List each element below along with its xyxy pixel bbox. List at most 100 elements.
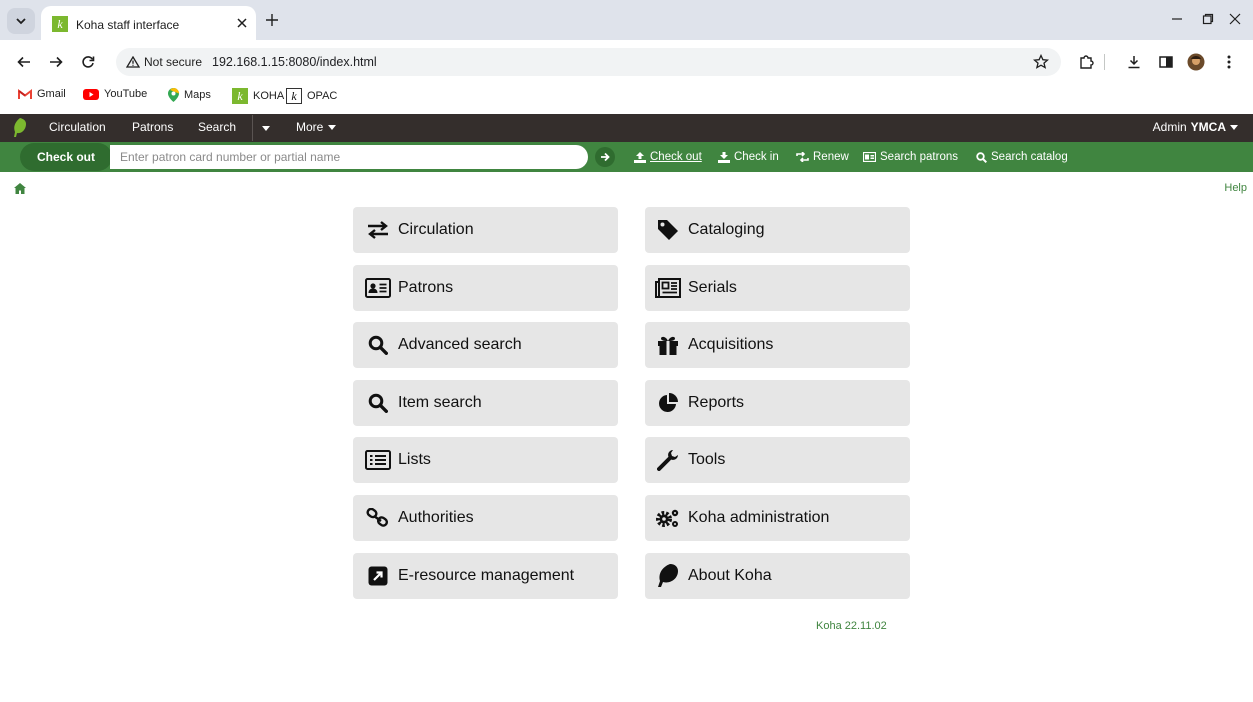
caret-down-icon: [262, 126, 270, 131]
bookmark-opac[interactable]: k OPAC: [286, 88, 337, 104]
tab-search-catalog[interactable]: Search catalog: [976, 151, 1068, 163]
lists-button[interactable]: Lists: [353, 437, 618, 483]
tab-search-patrons[interactable]: Search patrons: [863, 151, 958, 163]
module-label: Reports: [688, 394, 745, 411]
side-panel-button[interactable]: [1156, 52, 1176, 72]
arrow-left-icon: [17, 56, 30, 68]
search-icon: [364, 334, 392, 356]
bookmark-label: YouTube: [104, 88, 148, 100]
acquisitions-button[interactable]: Acquisitions: [645, 322, 910, 368]
tag-icon: [654, 219, 682, 241]
id-card-icon: [364, 277, 392, 299]
library-name: YMCA: [1190, 120, 1226, 134]
module-label: Advanced search: [398, 336, 522, 353]
tab-label: Check in: [734, 151, 779, 163]
pie-chart-icon: [654, 392, 682, 414]
nav-circulation[interactable]: Circulation: [49, 120, 106, 134]
nav-patrons[interactable]: Patrons: [132, 120, 173, 134]
external-link-icon: [364, 565, 392, 587]
nav-more[interactable]: More: [296, 120, 337, 134]
patron-search-input[interactable]: [110, 145, 588, 169]
maps-icon: [168, 88, 179, 102]
bookmark-label: KOHA: [253, 90, 285, 102]
security-label: Not secure: [144, 55, 203, 69]
koha-administration-button[interactable]: Koha administration: [645, 495, 910, 541]
tab-label: Search catalog: [991, 151, 1068, 163]
module-label: Circulation: [398, 221, 474, 238]
nav-search-dropdown[interactable]: [262, 126, 270, 131]
avatar-icon: [1187, 53, 1205, 71]
koha-top-nav: [0, 114, 1253, 142]
nav-more-label: More: [296, 120, 324, 134]
id-card-icon: [863, 152, 876, 162]
tab-check-in[interactable]: Check in: [718, 151, 779, 163]
new-tab-button[interactable]: [263, 11, 281, 29]
search-submit-button[interactable]: [595, 147, 615, 167]
profile-avatar[interactable]: [1186, 52, 1206, 72]
advanced-search-button[interactable]: Advanced search: [353, 322, 618, 368]
tab-close-button[interactable]: [234, 15, 250, 31]
retweet-icon: [796, 152, 809, 162]
breadcrumb-home-link[interactable]: [14, 183, 28, 195]
e-resource-management-button[interactable]: E-resource management: [353, 553, 618, 599]
patrons-button[interactable]: Patrons: [353, 265, 618, 311]
module-label: Patrons: [398, 279, 454, 296]
reload-button[interactable]: [78, 52, 98, 72]
help-link[interactable]: Help: [1224, 182, 1247, 194]
browser-tab-active[interactable]: k Koha staff interface: [41, 6, 256, 40]
module-label: Authorities: [398, 509, 474, 526]
bookmark-star-button[interactable]: [1031, 52, 1051, 72]
about-koha-button[interactable]: About Koha: [645, 553, 910, 599]
browser-menu-button[interactable]: [1219, 52, 1239, 72]
tools-button[interactable]: Tools: [645, 437, 910, 483]
extensions-button[interactable]: [1076, 52, 1096, 72]
nav-divider: [252, 115, 253, 141]
puzzle-icon: [1080, 55, 1094, 69]
youtube-icon: [83, 88, 99, 100]
tab-search-button[interactable]: [7, 8, 35, 34]
bookmark-label: Maps: [184, 89, 211, 101]
koha-logo[interactable]: [13, 118, 27, 138]
download-icon: [718, 151, 730, 163]
tab-label: Search patrons: [880, 151, 958, 163]
tab-title: Koha staff interface: [76, 18, 180, 32]
serials-button[interactable]: Serials: [645, 265, 910, 311]
tab-renew[interactable]: Renew: [796, 151, 849, 163]
module-label: Lists: [398, 451, 431, 468]
nav-search[interactable]: Search: [198, 120, 236, 134]
module-label: E-resource management: [398, 567, 575, 584]
close-icon: [237, 18, 247, 28]
home-icon: [14, 183, 26, 194]
restore-button[interactable]: [1199, 10, 1217, 28]
bookmark-youtube[interactable]: YouTube: [83, 88, 147, 100]
koha-favicon-icon: k: [52, 16, 68, 32]
bookmark-gmail[interactable]: Gmail: [18, 88, 66, 100]
back-button[interactable]: [14, 52, 34, 72]
circulation-button[interactable]: Circulation: [353, 207, 618, 253]
wrench-icon: [654, 449, 682, 471]
module-label: Item search: [398, 394, 482, 411]
security-indicator[interactable]: Not secure: [126, 55, 202, 69]
arrows-exchange-icon: [364, 219, 392, 241]
bookmark-label: Gmail: [37, 88, 66, 100]
gift-icon: [654, 334, 682, 356]
url-text[interactable]: 192.168.1.15:8080/index.html: [212, 55, 377, 69]
downloads-button[interactable]: [1124, 52, 1144, 72]
arrow-right-icon: [50, 56, 63, 68]
bookmark-koha[interactable]: k KOHA: [232, 88, 284, 104]
authorities-button[interactable]: Authorities: [353, 495, 618, 541]
search-form-label: Check out: [20, 143, 112, 171]
plus-icon: [266, 14, 278, 26]
minimize-button[interactable]: [1168, 10, 1186, 28]
bookmark-maps[interactable]: Maps: [168, 88, 211, 102]
module-label: Serials: [688, 279, 737, 296]
close-window-button[interactable]: [1226, 10, 1244, 28]
module-label: Koha administration: [688, 509, 830, 526]
cataloging-button[interactable]: Cataloging: [645, 207, 910, 253]
tab-check-out[interactable]: Check out: [634, 151, 702, 163]
item-search-button[interactable]: Item search: [353, 380, 618, 426]
reports-button[interactable]: Reports: [645, 380, 910, 426]
logged-in-user-menu[interactable]: Admin YMCA: [1153, 120, 1238, 134]
forward-button[interactable]: [46, 52, 66, 72]
download-icon: [1128, 56, 1140, 69]
